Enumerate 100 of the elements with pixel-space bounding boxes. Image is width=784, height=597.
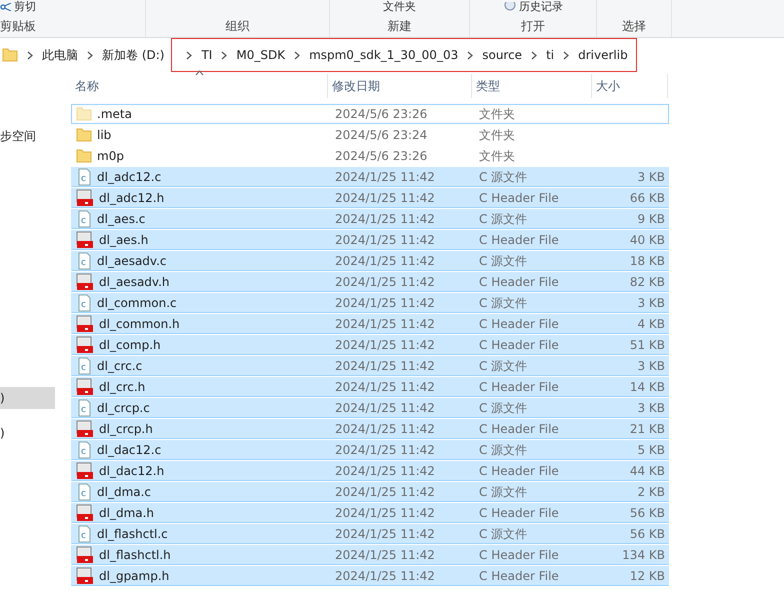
column-header[interactable]: 类型 xyxy=(472,74,592,98)
header-file-icon xyxy=(76,378,94,396)
file-row[interactable]: dl_gpamp.h 2024/1/25 11:42 C Header File 12 KB xyxy=(71,566,669,586)
file-row[interactable]: dl_aesadv.h 2024/1/25 11:42 C Header File 82 KB xyxy=(71,272,669,292)
size-cell: 21 KB xyxy=(630,422,665,436)
file-name: dl_adc12.c xyxy=(97,170,162,184)
file-name: dl_dac12.c xyxy=(97,443,162,457)
file-row[interactable]: dl_common.h 2024/1/25 11:42 C Header File 4 KB xyxy=(71,314,669,334)
type-cell: C 源文件 xyxy=(479,254,528,268)
breadcrumb[interactable]: ti xyxy=(546,48,554,62)
type-cell: 文件夹 xyxy=(479,148,515,162)
file-name: dl_crc.c xyxy=(97,359,142,373)
file-name: dl_dma.c xyxy=(97,485,152,499)
header-file-icon xyxy=(76,273,94,291)
chevron-icon xyxy=(186,50,192,60)
ribbon-command[interactable]: 文件夹 xyxy=(383,0,416,13)
ribbon-command[interactable]: 剪切 xyxy=(0,0,36,13)
file-row[interactable]: dl_adc12.h 2024/1/25 11:42 C Header File 66 KB xyxy=(71,188,669,208)
chevron-icon xyxy=(294,50,300,60)
file-row[interactable]: c dl_adc12.c 2024/1/25 11:42 C 源文件 3 KB xyxy=(71,167,669,187)
type-cell: C Header File xyxy=(479,338,559,352)
breadcrumb[interactable]: driverlib xyxy=(578,48,628,62)
size-cell: 3 KB xyxy=(637,170,665,184)
file-row[interactable]: dl_dac12.h 2024/1/25 11:42 C Header File 44 KB xyxy=(71,461,669,481)
size-cell: 5 KB xyxy=(637,443,665,457)
chevron-icon xyxy=(27,50,33,60)
file-row[interactable]: dl_crcp.h 2024/1/25 11:42 C Header File 21 KB xyxy=(71,419,669,439)
file-row[interactable]: c dl_dma.c 2024/1/25 11:42 C 源文件 2 KB xyxy=(71,482,669,502)
file-row[interactable]: dl_comp.h 2024/1/25 11:42 C Header File 51 KB xyxy=(71,335,669,355)
size-cell: 134 KB xyxy=(622,548,665,562)
file-name: dl_aes.h xyxy=(99,233,148,247)
file-name: dl_comp.h xyxy=(99,338,161,352)
file-name: .meta xyxy=(97,107,132,121)
size-cell: 56 KB xyxy=(630,527,665,541)
breadcrumb[interactable]: TI xyxy=(201,48,212,62)
file-row[interactable]: c dl_crc.c 2024/1/25 11:42 C 源文件 3 KB xyxy=(71,356,669,376)
file-row[interactable]: dl_flashctl.h 2024/1/25 11:42 C Header File 134 KB xyxy=(71,545,669,565)
c-file-icon: c xyxy=(76,483,92,501)
file-row[interactable]: lib 2024/5/6 23:24 文件夹 xyxy=(71,125,669,145)
column-header[interactable]: 修改日期 xyxy=(328,74,472,98)
breadcrumb[interactable]: M0_SDK xyxy=(236,48,286,62)
c-file-icon: c xyxy=(76,168,92,186)
file-name: dl_adc12.h xyxy=(99,191,164,205)
header-file-icon xyxy=(76,567,94,585)
nav-item[interactable]: 步空间 xyxy=(0,125,55,147)
type-cell: 文件夹 xyxy=(479,128,515,142)
folder-icon xyxy=(76,127,92,143)
file-name: dl_crc.h xyxy=(99,380,146,394)
file-row[interactable]: dl_crc.h 2024/1/25 11:42 C Header File 14 KB xyxy=(71,377,669,397)
date-cell: 2024/1/25 11:42 xyxy=(335,422,435,436)
ribbon-group-label: 选择 xyxy=(622,18,646,35)
date-cell: 2024/1/25 11:42 xyxy=(335,338,435,352)
c-file-icon: c xyxy=(76,210,92,228)
ribbon-group-label: 打开 xyxy=(521,18,545,35)
date-cell: 2024/1/25 11:42 xyxy=(335,296,435,310)
type-cell: C 源文件 xyxy=(479,212,528,226)
date-cell: 2024/1/25 11:42 xyxy=(335,527,435,541)
date-cell: 2024/1/25 11:42 xyxy=(335,443,435,457)
chevron-icon xyxy=(531,50,538,60)
ribbon-group-label: 新建 xyxy=(388,18,412,35)
breadcrumb[interactable]: 此电脑 xyxy=(42,46,78,64)
date-cell: 2024/1/25 11:42 xyxy=(335,464,435,478)
file-name: dl_aesadv.c xyxy=(97,254,166,268)
header-file-icon xyxy=(76,336,94,354)
size-cell: 3 KB xyxy=(637,359,665,373)
breadcrumb[interactable]: source xyxy=(482,48,522,62)
file-name: dl_flashctl.c xyxy=(97,527,168,541)
file-row[interactable]: c dl_common.c 2024/1/25 11:42 C 源文件 3 KB xyxy=(71,293,669,313)
size-cell: 66 KB xyxy=(630,191,665,205)
date-cell: 2024/1/25 11:42 xyxy=(335,401,435,415)
breadcrumb[interactable]: mspm0_sdk_1_30_00_03 xyxy=(309,48,458,62)
ribbon-command[interactable]: 历史记录 xyxy=(503,0,563,13)
c-file-icon: c xyxy=(76,252,92,270)
ribbon-group-label: 组织 xyxy=(226,18,250,35)
type-cell: C 源文件 xyxy=(479,526,528,540)
date-cell: 2024/1/25 11:42 xyxy=(335,212,435,226)
file-row[interactable]: c dl_dac12.c 2024/1/25 11:42 C 源文件 5 KB xyxy=(71,440,669,460)
file-row[interactable]: dl_aes.h 2024/1/25 11:42 C Header File 40 KB xyxy=(71,230,669,250)
nav-item[interactable]: ) xyxy=(0,422,55,444)
file-row[interactable]: dl_dma.h 2024/1/25 11:42 C Header File 56 KB xyxy=(71,503,669,523)
type-cell: C Header File xyxy=(479,275,559,289)
size-cell: 51 KB xyxy=(630,338,665,352)
column-header[interactable]: 大小 xyxy=(592,74,668,98)
header-file-icon xyxy=(76,504,94,522)
breadcrumb[interactable]: 新加卷 (D:) xyxy=(102,46,164,64)
file-name: dl_common.h xyxy=(99,317,180,331)
file-row[interactable]: c dl_flashctl.c 2024/1/25 11:42 C 源文件 56 KB xyxy=(71,524,669,544)
file-row[interactable]: c dl_aes.c 2024/1/25 11:42 C 源文件 9 KB xyxy=(71,209,669,229)
nav-item[interactable]: ) xyxy=(0,387,55,409)
type-cell: C 源文件 xyxy=(479,484,528,498)
date-cell: 2024/1/25 11:42 xyxy=(335,317,435,331)
file-row[interactable]: c dl_crcp.c 2024/1/25 11:42 C 源文件 3 KB xyxy=(71,398,669,418)
file-row[interactable]: .meta 2024/5/6 23:26 文件夹 xyxy=(71,104,669,124)
type-cell: C 源文件 xyxy=(479,400,528,414)
file-row[interactable]: c dl_aesadv.c 2024/1/25 11:42 C 源文件 18 KB xyxy=(71,251,669,271)
column-header[interactable]: 名称 xyxy=(71,74,328,98)
date-cell: 2024/1/25 11:42 xyxy=(335,485,435,499)
type-cell: C Header File xyxy=(479,191,559,205)
file-row[interactable]: m0p 2024/5/6 23:26 文件夹 xyxy=(71,146,669,166)
type-cell: C Header File xyxy=(479,317,559,331)
